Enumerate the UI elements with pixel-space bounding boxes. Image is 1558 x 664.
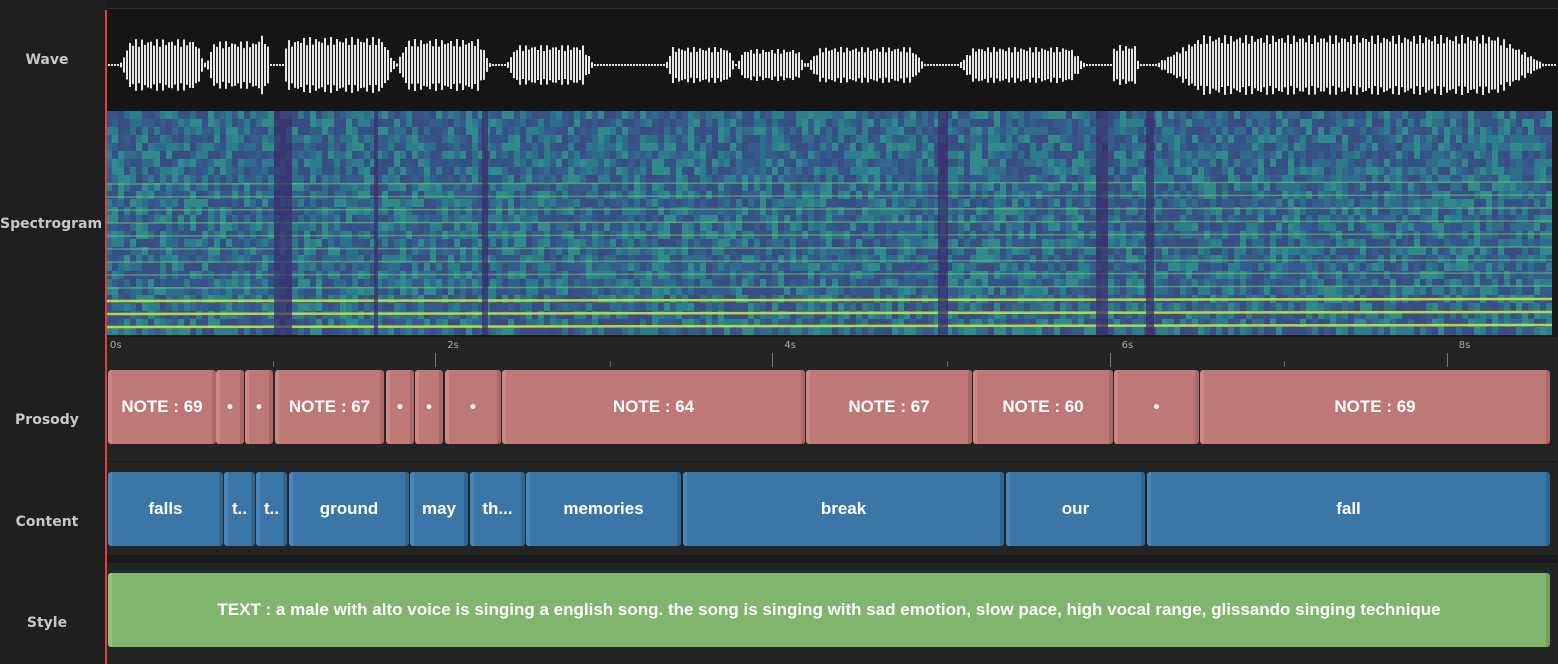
waveform	[105, 35, 1556, 95]
word-segment-label: t..	[263, 499, 280, 518]
note-segment-label: •	[1153, 397, 1160, 416]
word-segment-label: fall	[1336, 499, 1361, 518]
word-segment-label: memories	[563, 499, 644, 518]
playhead-cursor[interactable]	[105, 10, 107, 664]
time-tick-major	[1109, 353, 1111, 367]
word-segment[interactable]: t..	[224, 472, 255, 546]
note-segment-label: •	[470, 397, 476, 416]
note-segment-label: •	[227, 397, 233, 416]
rest-segment[interactable]: •	[216, 370, 244, 444]
word-segment[interactable]: our	[1006, 472, 1145, 546]
rest-segment[interactable]: •	[1114, 370, 1199, 444]
spectrogram-gap	[482, 111, 488, 335]
time-tick-label: 0s	[110, 340, 122, 351]
word-segment-label: may	[421, 499, 457, 518]
word-segment-label: ground	[319, 499, 379, 518]
note-segment-label: •	[397, 397, 403, 416]
word-segment[interactable]: falls	[108, 472, 223, 546]
track-labels-panel: Wave Spectrogram Prosody Content Style	[0, 0, 106, 664]
time-tick-minor	[1284, 361, 1286, 367]
word-segment[interactable]: t..	[256, 472, 287, 546]
style-segment[interactable]: TEXT : a male with alto voice is singing…	[108, 573, 1550, 647]
spectrogram-gap	[1096, 111, 1108, 335]
note-segment-label: NOTE : 67	[848, 397, 930, 416]
time-tick-label: 4s	[784, 340, 796, 351]
spectrogram-gap	[938, 111, 948, 335]
time-tick-major	[435, 353, 437, 367]
time-tick-label: 8s	[1458, 340, 1471, 351]
timeline-main[interactable]: 0s 2s 4s 6s 8s NOTE : 69 • • NOTE : 67 • • • NOTE :…	[105, 0, 1558, 664]
note-segment-label: NOTE : 69	[121, 397, 203, 416]
word-segment[interactable]: th...	[470, 472, 525, 546]
time-tick-major	[772, 353, 774, 367]
spectrogram-gap	[374, 111, 378, 335]
spectrogram-gap	[1146, 111, 1154, 335]
word-segment-label: falls	[148, 499, 183, 518]
rest-segment[interactable]: •	[415, 370, 443, 444]
note-segment[interactable]: NOTE : 67	[806, 370, 972, 444]
wave-track-label: Wave	[25, 52, 69, 68]
note-segment[interactable]: NOTE : 69	[108, 370, 216, 444]
rest-segment[interactable]: •	[245, 370, 273, 444]
spectrogram[interactable]	[106, 111, 1552, 335]
time-tick-label: 6s	[1121, 340, 1134, 351]
note-segment-label: •	[256, 397, 262, 416]
word-segment-label: our	[1061, 499, 1090, 518]
style-segment-text: TEXT : a male with alto voice is singing…	[217, 600, 1441, 619]
time-tick-minor	[609, 361, 611, 367]
word-segment-label: t..	[231, 499, 248, 518]
rest-segment[interactable]: •	[445, 370, 501, 444]
note-segment[interactable]: NOTE : 60	[973, 370, 1113, 444]
time-tick-minor	[947, 361, 948, 367]
time-tick-label: 2s	[447, 340, 459, 351]
word-segment[interactable]: ground	[289, 472, 409, 546]
time-ruler[interactable]: 0s 2s 4s 6s 8s	[106, 337, 1558, 368]
note-segment[interactable]: NOTE : 67	[275, 370, 384, 444]
word-segment[interactable]: fall	[1147, 472, 1550, 546]
content-track-label: Content	[15, 514, 79, 530]
waveform-track[interactable]	[105, 9, 1558, 111]
word-segment[interactable]: break	[683, 472, 1004, 546]
note-segment-label: •	[426, 397, 432, 416]
spectrogram-track-label: Spectrogram	[0, 216, 103, 232]
note-segment[interactable]: NOTE : 64	[502, 370, 805, 444]
note-segment-label: NOTE : 67	[288, 397, 371, 416]
time-tick-major	[1446, 353, 1448, 367]
word-segment-label: break	[820, 499, 867, 518]
time-tick-minor	[272, 361, 274, 367]
spectrogram-gap	[274, 111, 292, 335]
word-segment-label: th...	[482, 499, 513, 518]
word-segment[interactable]: memories	[526, 472, 681, 546]
note-segment-label: NOTE : 69	[1334, 397, 1416, 416]
note-segment-label: NOTE : 64	[612, 397, 695, 416]
prosody-track-label: Prosody	[15, 412, 79, 428]
waveform-path	[105, 35, 1556, 95]
word-segment[interactable]: may	[410, 472, 468, 546]
note-segment[interactable]: NOTE : 69	[1200, 370, 1550, 444]
rest-segment[interactable]: •	[386, 370, 414, 444]
note-segment-label: NOTE : 60	[1002, 397, 1084, 416]
style-track-label: Style	[26, 615, 68, 631]
